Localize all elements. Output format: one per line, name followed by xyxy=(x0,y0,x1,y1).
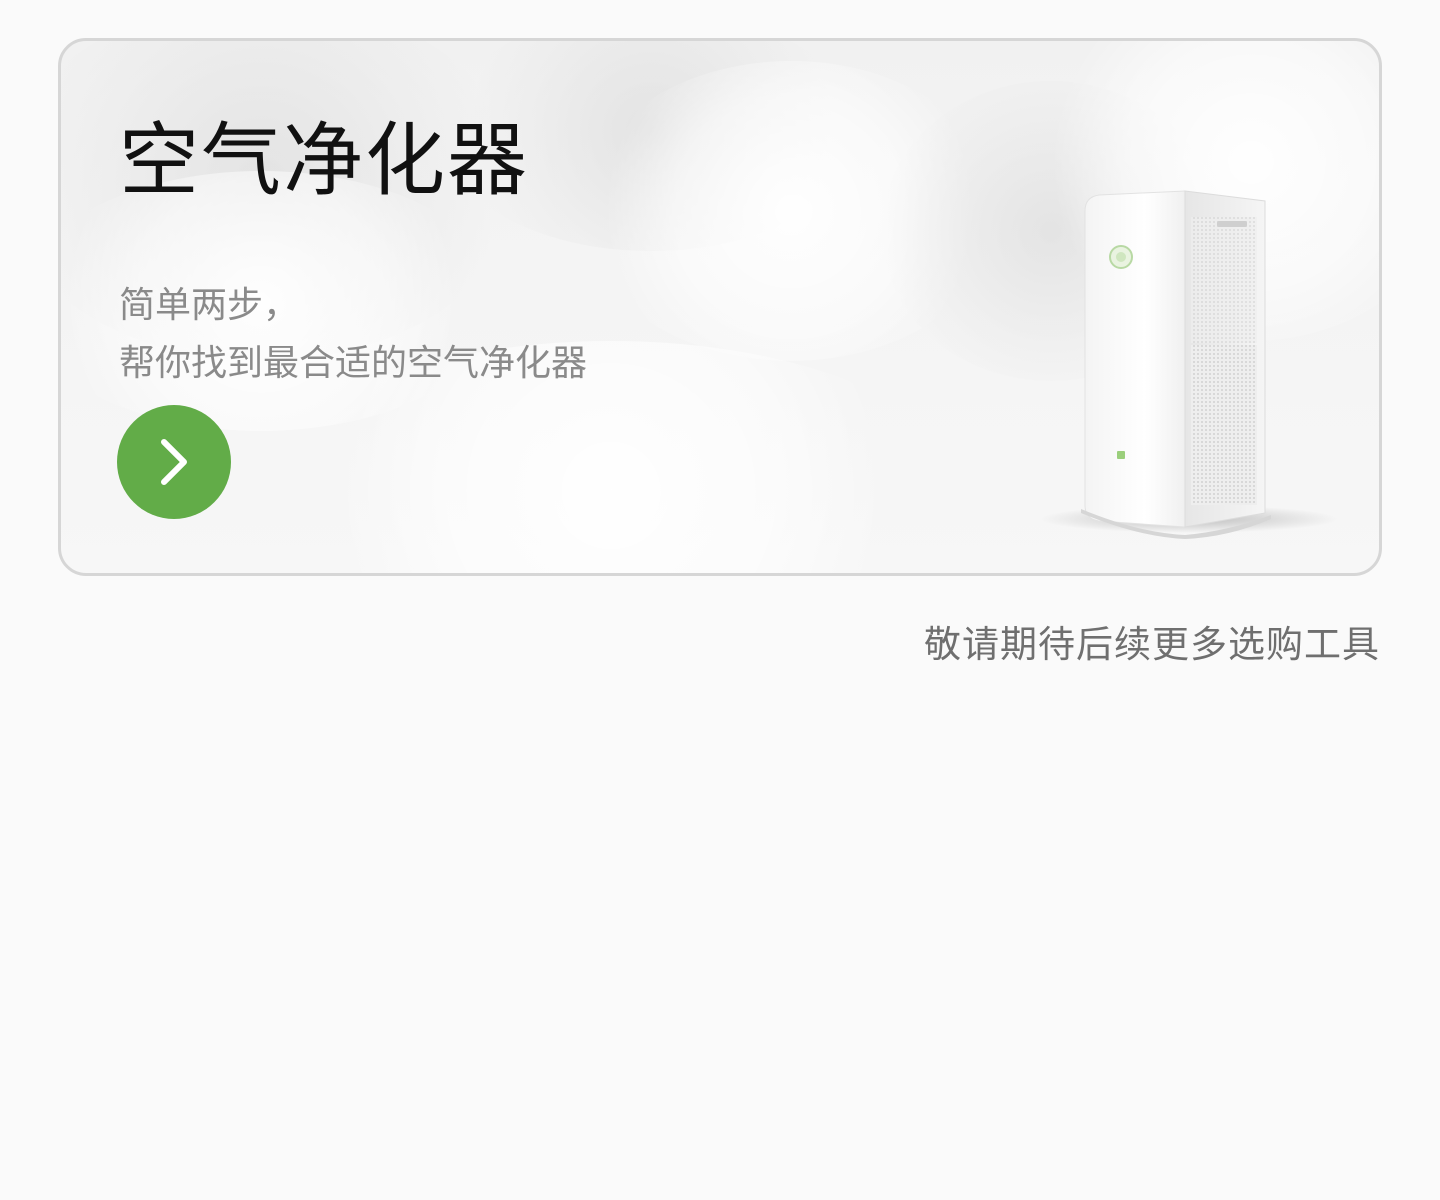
air-purifier-tool-card[interactable]: 空气净化器 简单两步， 帮你找到最合适的空气净化器 xyxy=(58,38,1382,576)
air-purifier-image xyxy=(1039,190,1339,539)
cloud xyxy=(581,61,1001,361)
card-description-line-2: 帮你找到最合适的空气净化器 xyxy=(119,343,588,384)
chevron-right-icon xyxy=(161,439,187,485)
card-title: 空气净化器 xyxy=(119,114,529,207)
card-description-line-1: 简单两步， xyxy=(119,285,300,326)
card-description: 简单两步， 帮你找到最合适的空气净化器 xyxy=(119,277,587,393)
start-button[interactable] xyxy=(117,405,231,519)
more-tools-coming-note: 敬请期待后续更多选购工具 xyxy=(924,623,1380,666)
tools-page: 空气净化器 简单两步， 帮你找到最合适的空气净化器 敬请期待后续更多选购工具 xyxy=(0,0,1440,1200)
